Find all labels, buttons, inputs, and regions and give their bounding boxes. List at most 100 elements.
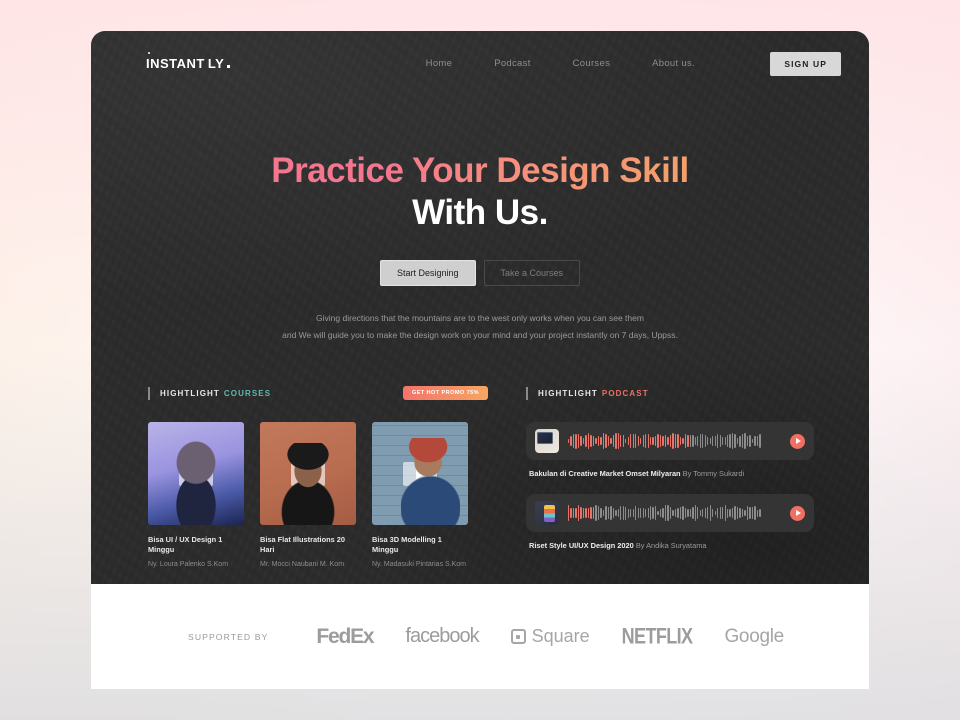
waveform-bar [647, 507, 649, 519]
waveform-bar [751, 438, 754, 444]
waveform-bar [731, 432, 734, 450]
course-card[interactable]: Bisa Flat Illustrations 20 Hari Mr. Mocc… [260, 422, 356, 568]
netflix-logo: NETFLIX [621, 623, 693, 649]
waveform-bar [595, 437, 597, 445]
play-icon[interactable] [179, 461, 213, 486]
waveform-bar [674, 509, 677, 517]
course-thumbnail[interactable] [148, 422, 244, 525]
waveform-bar [627, 508, 629, 518]
waveform-bar [577, 505, 580, 521]
waveform-scrubber[interactable] [568, 504, 781, 522]
waveform-bar [592, 507, 595, 519]
waveform-bar [642, 507, 644, 519]
waveform-bar [729, 509, 731, 517]
waveform-bar [657, 434, 659, 448]
waveform-bar [667, 437, 669, 445]
podcast-section-header: HIGHTLIGHT PODCAST [526, 386, 814, 400]
waveform-bar [654, 506, 657, 520]
waveform-bar [630, 508, 632, 518]
waveform-bar [652, 436, 654, 446]
waveform-bar [640, 507, 642, 519]
waveform-bar [697, 507, 699, 519]
waveform-bar [749, 435, 751, 447]
podcast-player[interactable] [526, 494, 814, 532]
waveform-bar [630, 433, 632, 449]
waveform-bar [642, 434, 644, 448]
waveform-bar [664, 434, 667, 448]
waveform-bar [699, 434, 701, 448]
nav-item-about-us[interactable]: About us. [652, 58, 695, 69]
course-title: Bisa Flat Illustrations 20 Hari [260, 535, 346, 555]
podcast-author: By Andika Suryatama [635, 541, 707, 550]
waveform-bar [607, 435, 610, 447]
start-designing-button[interactable]: Start Designing [379, 260, 476, 286]
courses-section-label: HIGHTLIGHT [160, 388, 220, 398]
course-card[interactable]: Bisa UI / UX Design 1 Minggu Ny. Loura P… [148, 422, 244, 568]
waveform-scrubber[interactable] [568, 432, 781, 450]
waveform-bar [739, 508, 741, 518]
waveform-bar [704, 434, 706, 448]
waveform-bar [702, 508, 704, 518]
waveform-bar [689, 434, 692, 448]
waveform-bar [704, 507, 706, 519]
course-thumbnail[interactable] [372, 422, 468, 525]
landing-page-card: INSTANT LY Home Podcast Courses About us… [91, 31, 869, 584]
waveform-bar [577, 433, 580, 449]
play-button-icon[interactable] [790, 433, 805, 449]
waveform-bar [600, 436, 602, 446]
waveform-bar [625, 506, 627, 520]
waveform-bar [717, 507, 719, 519]
waveform-bar [610, 438, 612, 444]
waveform-bar [570, 508, 572, 518]
supported-by-footer: SUPPORTED BY FedEx facebook Square NETFL… [91, 584, 869, 689]
sign-up-button[interactable]: SIGN UP [770, 51, 841, 76]
waveform-bar [694, 505, 696, 521]
waveform-bar [702, 434, 704, 448]
waveform-bar [692, 435, 694, 447]
take-a-courses-button[interactable]: Take a Courses [483, 260, 581, 286]
waveform-bar [622, 506, 624, 520]
waveform-bar [746, 506, 749, 520]
podcast-author: By Tommy Sukardi [682, 469, 745, 478]
waveform-bar [712, 436, 714, 446]
waveform-bar [672, 509, 674, 517]
waveform-bar [749, 507, 751, 519]
waveform-bar [590, 506, 592, 520]
waveform-bar [597, 435, 600, 447]
hero-description-line1: Giving directions that the mountains are… [316, 313, 644, 323]
waveform-bar [597, 505, 600, 521]
nav-item-podcast[interactable]: Podcast [494, 58, 530, 69]
waveform-bar [620, 505, 622, 521]
course-thumbnail[interactable] [260, 422, 356, 525]
waveform-bar [587, 432, 590, 450]
nav-item-courses[interactable]: Courses [573, 58, 610, 69]
waveform-bar [615, 433, 617, 449]
waveform-bar [684, 433, 687, 449]
waveform-bar [645, 433, 647, 449]
promo-badge[interactable]: GET HOT PROMO 75% [402, 386, 488, 400]
hero-section: Practice Your Design Skill With Us. Star… [91, 96, 869, 344]
waveform-bar [679, 437, 682, 445]
play-icon[interactable] [291, 461, 325, 486]
waveform-bar [714, 510, 716, 516]
waveform-bar [692, 506, 694, 520]
waveform-bar [677, 507, 679, 519]
play-icon[interactable] [403, 461, 437, 486]
waveform-bar [679, 506, 682, 520]
course-card[interactable]: Bisa 3D Modelling 1 Minggu Ny. Madasuki … [372, 422, 468, 568]
waveform-bar [707, 436, 709, 446]
waveform-bar [617, 432, 619, 450]
waveform-bar [741, 433, 744, 449]
podcast-row: Bakulan di Creative Market Omset Milyara… [526, 422, 814, 478]
podcast-player[interactable] [526, 422, 814, 460]
brand-logo[interactable]: INSTANT LY [146, 52, 231, 71]
waveform-bar [756, 509, 759, 517]
waveform-bar [759, 434, 761, 448]
podcast-title: Bakulan di Creative Market Omset Milyara… [529, 469, 681, 478]
podcast-meta: Riset Style UI/UX Design 2020 By Andika … [526, 541, 814, 550]
nav-item-home[interactable]: Home [426, 58, 453, 69]
course-author: Ny. Madasuki Pintarias S.Kom [372, 560, 467, 568]
play-button-icon[interactable] [790, 505, 805, 521]
waveform-bar [746, 435, 749, 447]
waveform-bar [635, 434, 637, 448]
